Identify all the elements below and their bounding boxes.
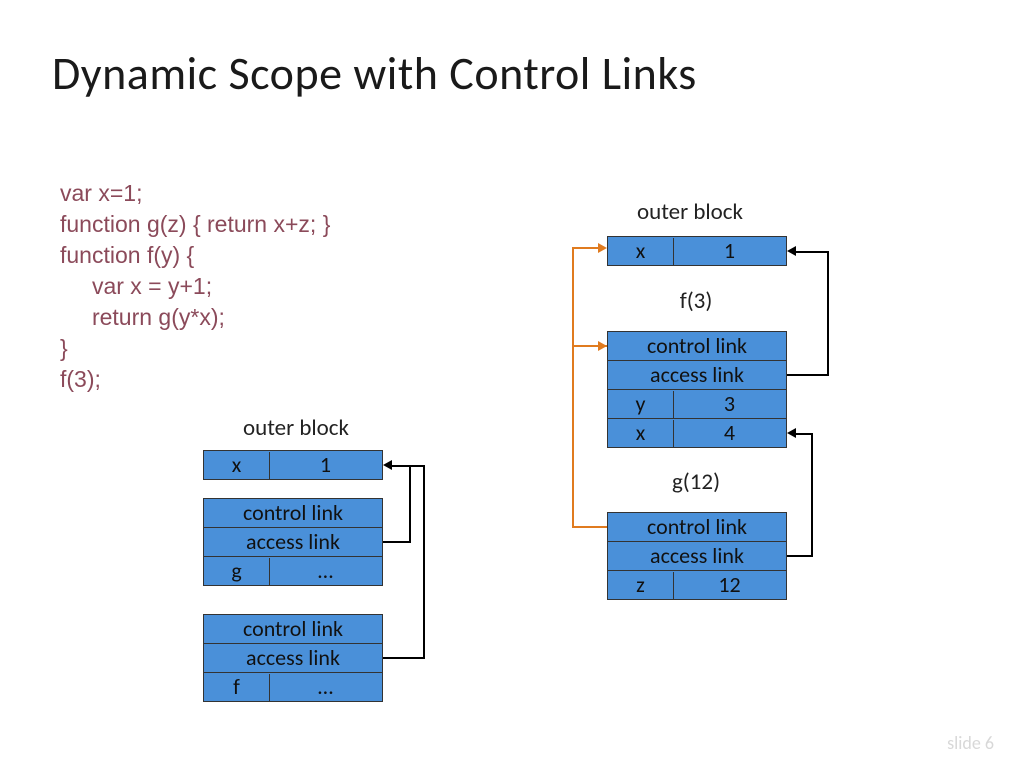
arrow-seg <box>572 247 574 347</box>
right-f3-label: f(3) <box>636 287 756 315</box>
arrow-seg <box>811 433 813 557</box>
right-t1-x: x 4 <box>607 418 787 448</box>
right-t1-control: control link <box>607 331 787 361</box>
right-t2-access: access link <box>607 541 787 571</box>
code-line: } <box>60 333 330 364</box>
cell-value: 12 <box>673 571 786 599</box>
code-line: f(3); <box>60 364 330 395</box>
arrow-seg <box>423 465 425 659</box>
arrow-seg <box>795 433 813 435</box>
right-t2-control: control link <box>607 512 787 542</box>
arrow-head-icon <box>598 243 607 253</box>
arrow-head-icon <box>787 246 796 256</box>
page-title: Dynamic Scope with Control Links <box>52 46 697 102</box>
arrow-seg <box>383 541 411 543</box>
cell-key: x <box>204 451 269 479</box>
left-x-cell: x 1 <box>203 450 383 480</box>
arrow-seg <box>391 465 411 467</box>
arrow-seg <box>409 465 411 543</box>
arrow-head-icon <box>787 428 796 438</box>
arrow-seg <box>827 251 829 376</box>
arrow-seg <box>787 374 829 376</box>
cell-value: … <box>269 673 382 701</box>
left-t1-g: g … <box>203 556 383 586</box>
cell-key: z <box>608 571 673 599</box>
arrow-seg <box>411 465 425 467</box>
arrow-seg <box>787 555 813 557</box>
cell-value: … <box>269 557 382 585</box>
cell-key: f <box>204 673 269 701</box>
left-t2-access: access link <box>203 643 383 673</box>
arrow-seg <box>383 657 425 659</box>
cell-value: 1 <box>269 451 382 479</box>
slide-number: slide 6 <box>947 732 994 754</box>
code-block: var x=1; function g(z) { return x+z; } f… <box>60 178 330 395</box>
arrow-seg <box>572 346 574 528</box>
left-t1-control: control link <box>203 498 383 528</box>
left-t2-control: control link <box>203 614 383 644</box>
code-line: return g(y*x); <box>60 302 330 333</box>
right-t2-z: z 12 <box>607 570 787 600</box>
left-t2-f: f … <box>203 672 383 702</box>
right-t1-y: y 3 <box>607 389 787 419</box>
code-line: var x = y+1; <box>60 271 330 302</box>
arrow-head-icon <box>598 341 607 351</box>
right-x-cell: x 1 <box>607 236 787 266</box>
arrow-seg <box>572 526 607 528</box>
right-outer-label: outer block <box>610 198 770 226</box>
cell-value: 1 <box>673 237 786 265</box>
cell-key: x <box>608 419 673 447</box>
cell-value: 3 <box>673 390 786 418</box>
arrow-seg <box>574 345 600 347</box>
code-line: function g(z) { return x+z; } <box>60 209 330 240</box>
code-line: function f(y) { <box>60 240 330 271</box>
code-line: var x=1; <box>60 178 330 209</box>
cell-key: g <box>204 557 269 585</box>
cell-key: y <box>608 390 673 418</box>
left-outer-label: outer block <box>216 414 376 442</box>
right-t1-access: access link <box>607 360 787 390</box>
arrow-head-icon <box>383 460 392 470</box>
arrow-seg <box>572 247 600 249</box>
cell-value: 4 <box>673 419 786 447</box>
left-t1-access: access link <box>203 527 383 557</box>
right-g12-label: g(12) <box>636 468 756 496</box>
arrow-seg <box>795 251 829 253</box>
cell-key: x <box>608 237 673 265</box>
